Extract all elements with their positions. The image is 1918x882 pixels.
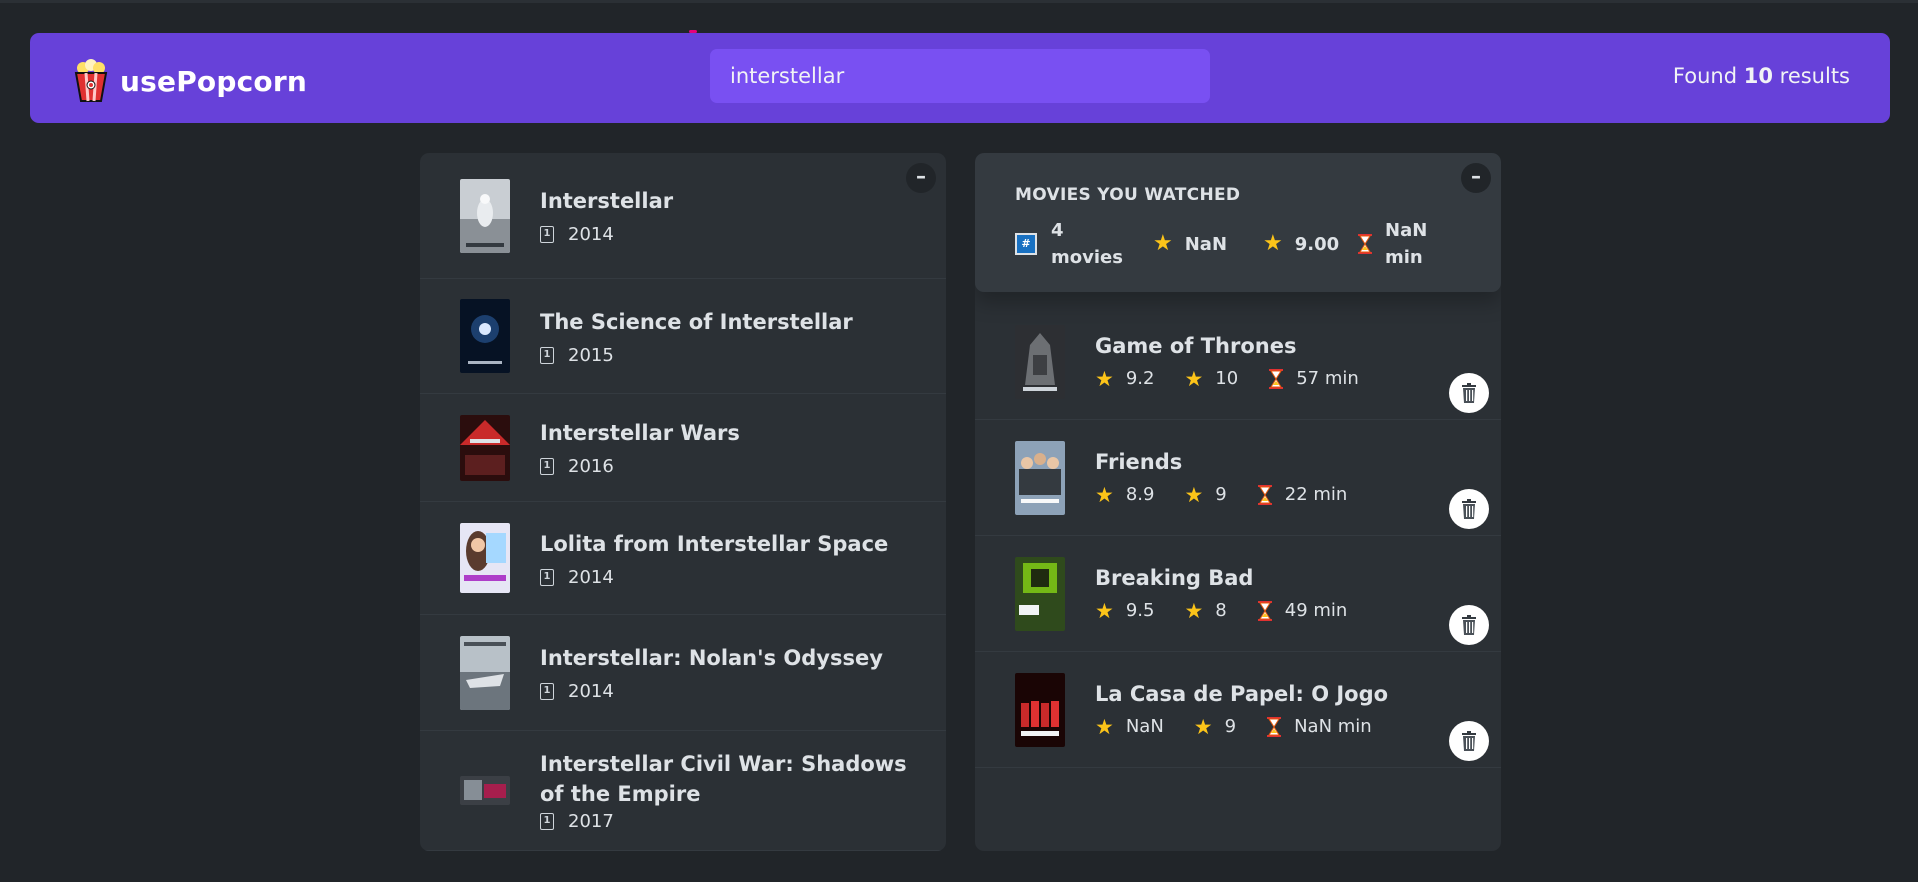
imdb-rating: ★ 9.5: [1095, 598, 1155, 623]
trash-icon: [1462, 731, 1476, 751]
delete-button[interactable]: [1449, 373, 1489, 413]
watched-item: Friends ★ 8.9 ★ 9 22 min: [975, 420, 1501, 536]
calendar-icon: 1: [540, 683, 554, 700]
user-rating: ★ 10: [1184, 366, 1239, 391]
movie-poster: [1015, 556, 1065, 631]
star-icon: ★: [1184, 366, 1204, 391]
trash-icon: [1462, 383, 1476, 403]
movie-title: Interstellar Wars: [540, 421, 740, 445]
summary-heading: Movies you watched: [1015, 185, 1241, 205]
movie-poster: [1015, 672, 1065, 747]
user-rating: ★ 9: [1193, 714, 1237, 739]
imdb-rating: ★ 8.9: [1095, 482, 1155, 507]
logo: usePopcorn: [72, 59, 307, 103]
hourglass-icon: [1257, 600, 1272, 621]
calendar-icon: 1: [540, 458, 554, 475]
runtime: NaN min: [1266, 716, 1372, 738]
movie-poster: [460, 523, 510, 593]
search-input[interactable]: [710, 49, 1210, 103]
avg-runtime: NaN min: [1357, 217, 1427, 271]
collapse-toggle-button[interactable]: –: [1461, 163, 1491, 193]
star-icon: ★: [1095, 482, 1114, 507]
delete-button[interactable]: [1449, 489, 1489, 529]
movie-title: Game of Thrones: [1095, 333, 1297, 358]
search-results-list: Interstellar 1 2014 The Science of Inters…: [420, 153, 946, 851]
star-icon: ★: [1095, 366, 1114, 391]
watched-count: # 4 movies: [1015, 217, 1153, 271]
movie-poster: [1015, 324, 1065, 399]
watched-list: Game of Thrones ★ 9.2 ★ 10 57 min Friend…: [975, 304, 1501, 768]
calendar-icon: 1: [540, 568, 554, 586]
calendar-icon: 1: [540, 346, 554, 364]
user-rating: ★ 9: [1184, 482, 1227, 507]
avg-user-rating: ★ 9.00: [1263, 231, 1340, 256]
movie-title: Interstellar: Nolan's Odyssey: [540, 646, 883, 670]
movie-poster: [460, 414, 510, 481]
star-icon: ★: [1095, 598, 1114, 623]
runtime: 22 min: [1257, 484, 1347, 506]
hourglass-icon: [1257, 484, 1272, 505]
movie-year: 2017: [568, 811, 614, 832]
collapse-toggle-button[interactable]: –: [906, 163, 936, 193]
calendar-icon: 1: [540, 813, 554, 830]
user-rating: ★ 8: [1184, 598, 1227, 623]
watched-item: Breaking Bad ★ 9.5 ★ 8 49 min: [975, 536, 1501, 652]
movie-title: Interstellar Civil War: Shadows of the E…: [540, 752, 907, 806]
movie-year: 2014: [568, 681, 614, 702]
trash-icon: [1462, 615, 1476, 635]
imdb-rating: ★ NaN: [1095, 714, 1164, 739]
movie-poster: [460, 299, 510, 373]
top-border: [0, 0, 1918, 3]
delete-button[interactable]: [1449, 721, 1489, 761]
popcorn-icon: [74, 59, 108, 102]
search-result-item[interactable]: Interstellar: Nolan's Odyssey 1 2014: [420, 615, 946, 731]
results-count: Found 10 results: [1672, 64, 1850, 88]
app-name: usePopcorn: [120, 64, 307, 98]
movie-poster: [460, 178, 510, 253]
movie-title: Friends: [1095, 449, 1183, 474]
runtime: 57 min: [1268, 368, 1359, 390]
movie-title: La Casa de Papel: O Jogo: [1095, 681, 1389, 706]
hourglass-icon: [1267, 716, 1282, 737]
movie-year: 2016: [568, 456, 614, 477]
hourglass-icon: [1358, 234, 1372, 254]
movie-title: Interstellar: [540, 189, 674, 213]
navbar: usePopcorn Found 10 results: [30, 33, 1890, 123]
watched-box: – Movies you watched # 4 movies ★ NaN ★ 9…: [975, 153, 1501, 851]
watched-item: La Casa de Papel: O Jogo ★ NaN ★ 9 NaN min: [975, 652, 1501, 768]
runtime: 49 min: [1257, 600, 1347, 622]
avg-imdb-rating: ★ NaN: [1153, 231, 1228, 256]
movie-poster: [460, 635, 510, 710]
star-icon: ★: [1184, 482, 1204, 507]
search-result-item[interactable]: Interstellar Wars 1 2016: [420, 394, 946, 502]
hourglass-icon: [1269, 368, 1284, 389]
search-result-item[interactable]: The Science of Interstellar 1 2015: [420, 279, 946, 394]
trash-icon: [1462, 499, 1476, 519]
hash-icon: #: [1015, 233, 1037, 255]
star-icon: ★: [1263, 231, 1283, 256]
calendar-icon: 1: [540, 226, 554, 243]
movie-poster: [1015, 440, 1065, 515]
movie-title: The Science of Interstellar: [540, 309, 853, 334]
movie-title: Lolita from Interstellar Space: [540, 531, 889, 556]
search-result-item[interactable]: Interstellar 1 2014: [420, 153, 946, 279]
movie-year: 2015: [568, 344, 614, 366]
star-icon: ★: [1095, 714, 1114, 739]
star-icon: ★: [1193, 714, 1213, 739]
movie-year: 2014: [568, 224, 614, 245]
movie-title: Breaking Bad: [1095, 565, 1254, 590]
search-result-item[interactable]: Lolita from Interstellar Space 1 2014: [420, 502, 946, 615]
search-result-item[interactable]: Interstellar Civil War: Shadows of the E…: [420, 731, 946, 851]
search-results-box: – Interstellar 1 2014 The Science of Int…: [420, 153, 946, 851]
star-icon: ★: [1184, 598, 1204, 623]
movie-year: 2014: [568, 566, 614, 588]
watched-item: Game of Thrones ★ 9.2 ★ 10 57 min: [975, 304, 1501, 420]
imdb-rating: ★ 9.2: [1095, 366, 1155, 391]
movie-poster: [460, 776, 510, 805]
star-icon: ★: [1153, 231, 1173, 256]
delete-button[interactable]: [1449, 605, 1489, 645]
watched-summary: Movies you watched # 4 movies ★ NaN ★ 9.0…: [975, 153, 1501, 292]
